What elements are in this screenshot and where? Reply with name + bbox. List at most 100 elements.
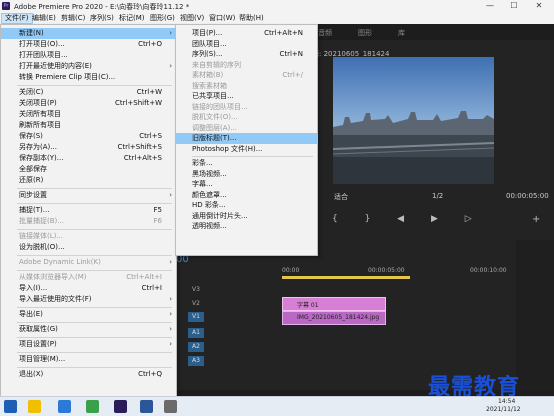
new-submenu-item-label: 旧版标题(T)... bbox=[192, 134, 237, 142]
resolution-dropdown[interactable]: 1/2 bbox=[432, 192, 443, 200]
taskbar-time: 14:54 bbox=[498, 398, 516, 405]
new-submenu-item-label: 已共享项目... bbox=[192, 92, 234, 100]
file-menu-item-14[interactable]: 还原(R) bbox=[1, 175, 176, 186]
taskbar: 14:54 2021/11/12 bbox=[0, 396, 554, 416]
new-submenu-item-2[interactable]: 序列(S)... Ctrl+N bbox=[176, 49, 317, 60]
clip-title[interactable]: 字幕 01 bbox=[282, 297, 386, 311]
menu-separator bbox=[17, 352, 172, 353]
file-menu-item-shortcut: Ctrl+I bbox=[141, 284, 162, 292]
file-menu-item-10[interactable]: 保存(S) Ctrl+S bbox=[1, 131, 176, 142]
file-menu-item-12[interactable]: 保存副本(Y)... Ctrl+Alt+S bbox=[1, 153, 176, 164]
file-menu-item-16[interactable]: 同步设置 › bbox=[1, 190, 176, 201]
file-menu-item-34[interactable]: 项目设置(P) › bbox=[1, 339, 176, 350]
track-v1[interactable]: V1 bbox=[188, 312, 204, 322]
new-submenu-item-16[interactable]: 颜色遮罩... bbox=[176, 190, 317, 201]
new-submenu-item-shortcut: Ctrl+N bbox=[279, 50, 303, 58]
menu-sequence[interactable]: 序列(S) bbox=[87, 13, 117, 23]
file-menu-item-22[interactable]: 设为脱机(O)... bbox=[1, 242, 176, 253]
app-icon[interactable] bbox=[164, 400, 177, 413]
track-a1[interactable]: A1 bbox=[188, 328, 204, 338]
new-submenu-item-6[interactable]: 已共享项目... bbox=[176, 91, 317, 102]
file-menu-item-6[interactable]: 关闭(C) Ctrl+W bbox=[1, 87, 176, 98]
file-menu-item-0[interactable]: 新建(N) › bbox=[1, 28, 176, 39]
clip-image[interactable]: IMG_20210605_181424.jpg bbox=[282, 311, 386, 325]
add-button-icon[interactable]: + bbox=[532, 214, 540, 225]
edge-icon[interactable] bbox=[58, 400, 71, 413]
track-a3[interactable]: A3 bbox=[188, 356, 204, 366]
transport-controls[interactable]: { } ◀ ▶ ▷ bbox=[332, 214, 484, 224]
new-submenu-item-14[interactable]: 黑场视频... bbox=[176, 169, 317, 180]
tab-audio[interactable]: 音频 bbox=[318, 28, 332, 38]
new-submenu-item-3: 来自剪辑的序列 bbox=[176, 60, 317, 71]
new-submenu-item-7: 链接的团队项目... bbox=[176, 102, 317, 113]
menu-separator bbox=[17, 322, 172, 323]
file-menu-item-3[interactable]: 打开最近使用的内容(E) › bbox=[1, 61, 176, 72]
new-submenu-item-10[interactable]: 旧版标题(T)... bbox=[176, 133, 317, 144]
track-a2[interactable]: A2 bbox=[188, 342, 204, 352]
menu-graphics[interactable]: 图形(G) bbox=[147, 13, 178, 23]
file-menu-item-label: 还原(R) bbox=[19, 176, 44, 184]
track-v3[interactable]: V3 bbox=[192, 286, 200, 293]
file-menu-item-30[interactable]: 导出(E) › bbox=[1, 309, 176, 320]
new-submenu-item-15[interactable]: 字幕... bbox=[176, 179, 317, 190]
file-menu-item-13[interactable]: 全部保存 bbox=[1, 164, 176, 175]
file-menu-item-21: 链接媒体(L)... bbox=[1, 231, 176, 242]
menu-window[interactable]: 窗口(W) bbox=[206, 13, 238, 23]
clip-title-label: 字幕 01 bbox=[297, 302, 319, 309]
menu-clip[interactable]: 剪辑(C) bbox=[58, 13, 88, 23]
new-submenu-item-19[interactable]: 透明视频... bbox=[176, 221, 317, 232]
new-submenu-item-label: 字幕... bbox=[192, 180, 213, 188]
close-button[interactable]: ✕ bbox=[527, 0, 551, 12]
audio-meters bbox=[516, 240, 554, 390]
taskbar-date: 2021/11/12 bbox=[486, 406, 521, 413]
menu-help[interactable]: 帮助(H) bbox=[236, 13, 267, 23]
maximize-button[interactable]: ☐ bbox=[502, 0, 526, 12]
menu-marker[interactable]: 标记(M) bbox=[116, 13, 148, 23]
menu-view[interactable]: 视图(V) bbox=[177, 13, 207, 23]
file-menu-item-36[interactable]: 项目管理(M)... bbox=[1, 354, 176, 365]
menu-separator bbox=[17, 188, 172, 189]
file-menu-item-label: 关闭所有项目 bbox=[19, 110, 61, 118]
new-submenu-item-0[interactable]: 项目(P)... Ctrl+Alt+N bbox=[176, 28, 317, 39]
file-menu-item-18[interactable]: 捕捉(T)... F5 bbox=[1, 205, 176, 216]
panel-tab-bar: 音频 图形 库 bbox=[310, 24, 554, 40]
word-icon[interactable] bbox=[140, 400, 153, 413]
file-menu-item-label: Adobe Dynamic Link(K) bbox=[19, 258, 101, 266]
tab-libraries[interactable]: 库 bbox=[398, 28, 405, 38]
premiere-taskbar-icon[interactable] bbox=[114, 400, 127, 413]
menu-edit[interactable]: 编辑(E) bbox=[29, 13, 59, 23]
chevron-right-icon: › bbox=[169, 191, 172, 199]
work-area-bar[interactable] bbox=[282, 276, 410, 279]
browser-icon[interactable] bbox=[86, 400, 99, 413]
new-submenu-item-13[interactable]: 彩条... bbox=[176, 158, 317, 169]
explorer-icon[interactable] bbox=[28, 400, 41, 413]
track-v2[interactable]: V2 bbox=[192, 300, 200, 307]
file-menu-item-28[interactable]: 导入最近使用的文件(F) › bbox=[1, 294, 176, 305]
file-menu-item-32[interactable]: 获取属性(G) › bbox=[1, 324, 176, 335]
tab-graphics[interactable]: 图形 bbox=[358, 28, 372, 38]
minimize-button[interactable]: — bbox=[478, 0, 502, 12]
new-submenu-item-18[interactable]: 通用倒计时片头... bbox=[176, 211, 317, 222]
file-menu-item-9[interactable]: 刷新所有项目 bbox=[1, 120, 176, 131]
fit-dropdown[interactable]: 适合 bbox=[334, 192, 348, 202]
new-submenu-item-17[interactable]: HD 彩条... bbox=[176, 200, 317, 211]
menu-file[interactable]: 文件(F) bbox=[1, 13, 33, 24]
new-submenu-item-1[interactable]: 团队项目... bbox=[176, 39, 317, 50]
chevron-right-icon: › bbox=[169, 340, 172, 348]
file-menu-item-11[interactable]: 另存为(A)... Ctrl+Shift+S bbox=[1, 142, 176, 153]
file-menu-item-shortcut: Ctrl+Q bbox=[138, 370, 162, 378]
file-menu-item-4[interactable]: 转换 Premiere Clip 项目(C)... bbox=[1, 72, 176, 83]
file-menu-item-19: 批量捕捉(B)... F6 bbox=[1, 216, 176, 227]
file-menu-item-38[interactable]: 退出(X) Ctrl+Q bbox=[1, 369, 176, 380]
file-menu-item-label: 从媒体浏览器导入(M) bbox=[19, 273, 87, 281]
file-menu-item-27[interactable]: 导入(I)... Ctrl+I bbox=[1, 283, 176, 294]
file-menu-item-8[interactable]: 关闭所有项目 bbox=[1, 109, 176, 120]
file-menu-item-1[interactable]: 打开项目(O)... Ctrl+O bbox=[1, 39, 176, 50]
new-submenu-item-11[interactable]: Photoshop 文件(H)... bbox=[176, 144, 317, 155]
new-submenu-item-shortcut: Ctrl+/ bbox=[282, 71, 303, 79]
file-menu-item-2[interactable]: 打开团队项目... bbox=[1, 50, 176, 61]
start-icon[interactable] bbox=[4, 400, 17, 413]
monitor-controls: 适合 1/2 00:00:05:00 { } ◀ ▶ ▷ + bbox=[310, 188, 554, 240]
file-menu-item-7[interactable]: 关闭项目(P) Ctrl+Shift+W bbox=[1, 98, 176, 109]
file-menu-item-label: 导入(I)... bbox=[19, 284, 48, 292]
